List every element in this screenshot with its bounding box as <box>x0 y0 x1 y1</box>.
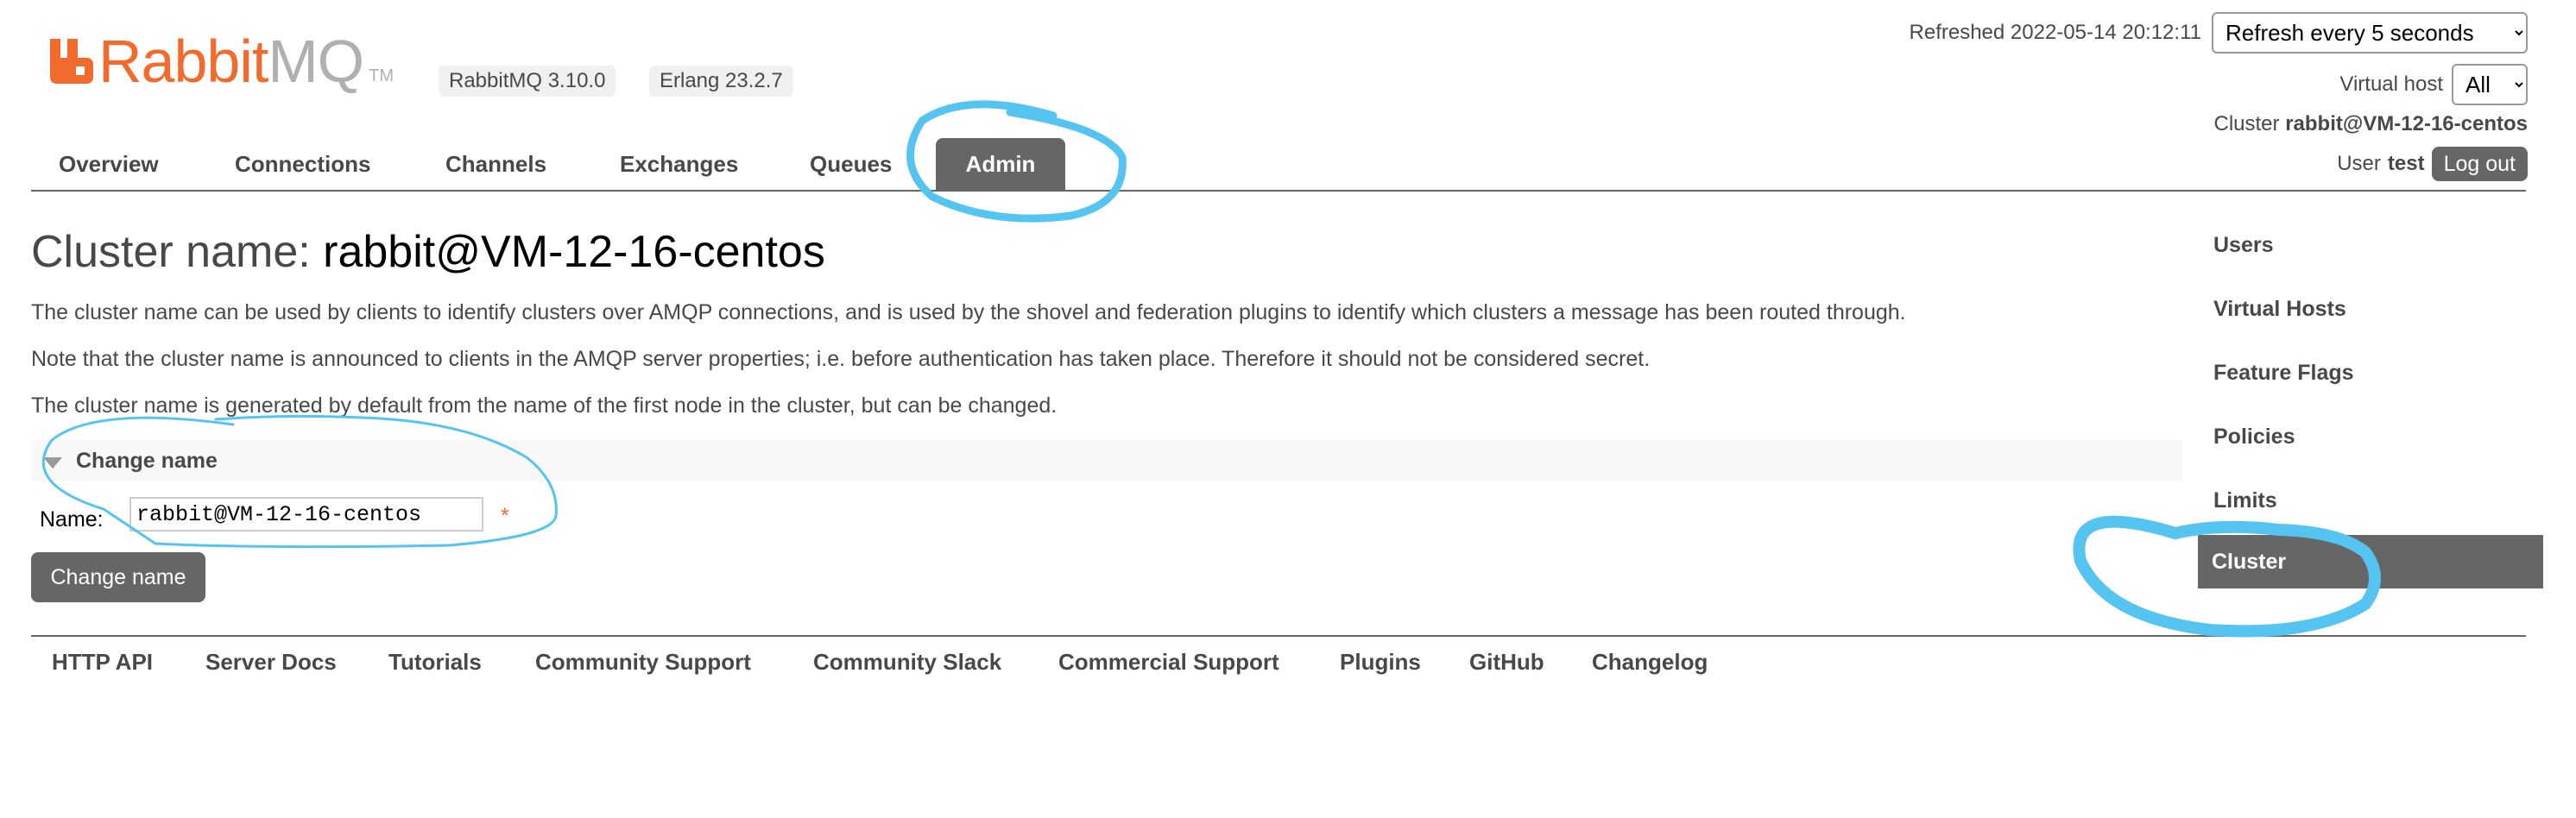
sidebar-item-virtual-hosts[interactable]: Virtual Hosts <box>2200 283 2576 335</box>
refresh-interval-select[interactable]: Refresh every 5 seconds <box>2212 12 2528 53</box>
footer-link-community-slack[interactable]: Community Slack <box>813 649 1001 676</box>
tab-admin[interactable]: Admin <box>936 138 1065 190</box>
user-label: User <box>2337 152 2381 175</box>
section-title: Change name <box>76 449 218 473</box>
user-info: User test Log out <box>2337 147 2528 181</box>
sidebar-item-users[interactable]: Users <box>2200 219 2576 271</box>
name-field-label: Name: <box>40 507 104 532</box>
cluster-name-title: rabbit@VM-12-16-centos <box>323 227 825 277</box>
required-asterisk: * <box>501 504 509 528</box>
tab-exchanges[interactable]: Exchanges <box>592 138 766 190</box>
sidebar-item-policies[interactable]: Policies <box>2200 411 2576 462</box>
page-title: Cluster name: rabbit@VM-12-16-centos <box>31 227 825 277</box>
refreshed-timestamp: Refreshed 2022-05-14 20:12:11 <box>1909 21 2201 44</box>
erlang-version-badge: Erlang 23.2.7 <box>649 66 793 97</box>
footer-link-http-api[interactable]: HTTP API <box>52 649 153 676</box>
tab-connections[interactable]: Connections <box>207 138 398 190</box>
user-value: test <box>2387 152 2425 175</box>
sidebar-item-limits[interactable]: Limits <box>2200 475 2576 526</box>
refresh-row: Refreshed 2022-05-14 20:12:11 Refresh ev… <box>1910 12 2528 53</box>
footer-divider <box>31 635 2526 637</box>
change-name-button[interactable]: Change name <box>31 552 205 602</box>
sidebar-item-cluster[interactable]: Cluster <box>2198 535 2543 588</box>
footer-link-community-support[interactable]: Community Support <box>535 649 751 676</box>
cluster-info: Cluster rabbit@VM-12-16-centos <box>2214 112 2529 136</box>
rabbitmq-logo-icon <box>50 39 93 84</box>
rabbitmq-version-badge: RabbitMQ 3.10.0 <box>439 66 616 97</box>
logo-wordmark: RabbitMQ <box>98 28 364 95</box>
header-divider <box>31 190 2526 192</box>
footer-link-plugins[interactable]: Plugins <box>1340 649 1421 676</box>
vhost-row: Virtual host All <box>2339 64 2528 105</box>
tab-channels[interactable]: Channels <box>418 138 574 190</box>
logo-trademark: TM <box>369 66 394 85</box>
description-paragraph-3: The cluster name is generated by default… <box>31 393 1058 418</box>
change-name-section-header[interactable]: Change name <box>31 440 2182 481</box>
tab-queues[interactable]: Queues <box>782 138 919 190</box>
vhost-label: Virtual host <box>2339 72 2443 96</box>
footer-link-server-docs[interactable]: Server Docs <box>205 649 337 676</box>
description-paragraph-2: Note that the cluster name is announced … <box>31 347 1651 371</box>
tab-overview[interactable]: Overview <box>31 138 186 190</box>
footer-link-commercial-support[interactable]: Commercial Support <box>1058 649 1279 676</box>
footer-link-tutorials[interactable]: Tutorials <box>388 649 482 676</box>
cluster-name-input[interactable] <box>129 497 483 532</box>
cluster-value: rabbit@VM-12-16-centos <box>2285 112 2528 135</box>
logout-button[interactable]: Log out <box>2431 147 2528 181</box>
collapse-triangle-icon <box>43 457 62 469</box>
footer-link-github[interactable]: GitHub <box>1469 649 1544 676</box>
sidebar-item-feature-flags[interactable]: Feature Flags <box>2200 347 2576 399</box>
vhost-select[interactable]: All <box>2452 64 2528 105</box>
footer-link-changelog[interactable]: Changelog <box>1592 649 1708 676</box>
cluster-label: Cluster <box>2213 112 2280 135</box>
description-paragraph-1: The cluster name can be used by clients … <box>31 300 1906 324</box>
rabbitmq-logo[interactable]: RabbitMQ TM <box>50 31 394 91</box>
